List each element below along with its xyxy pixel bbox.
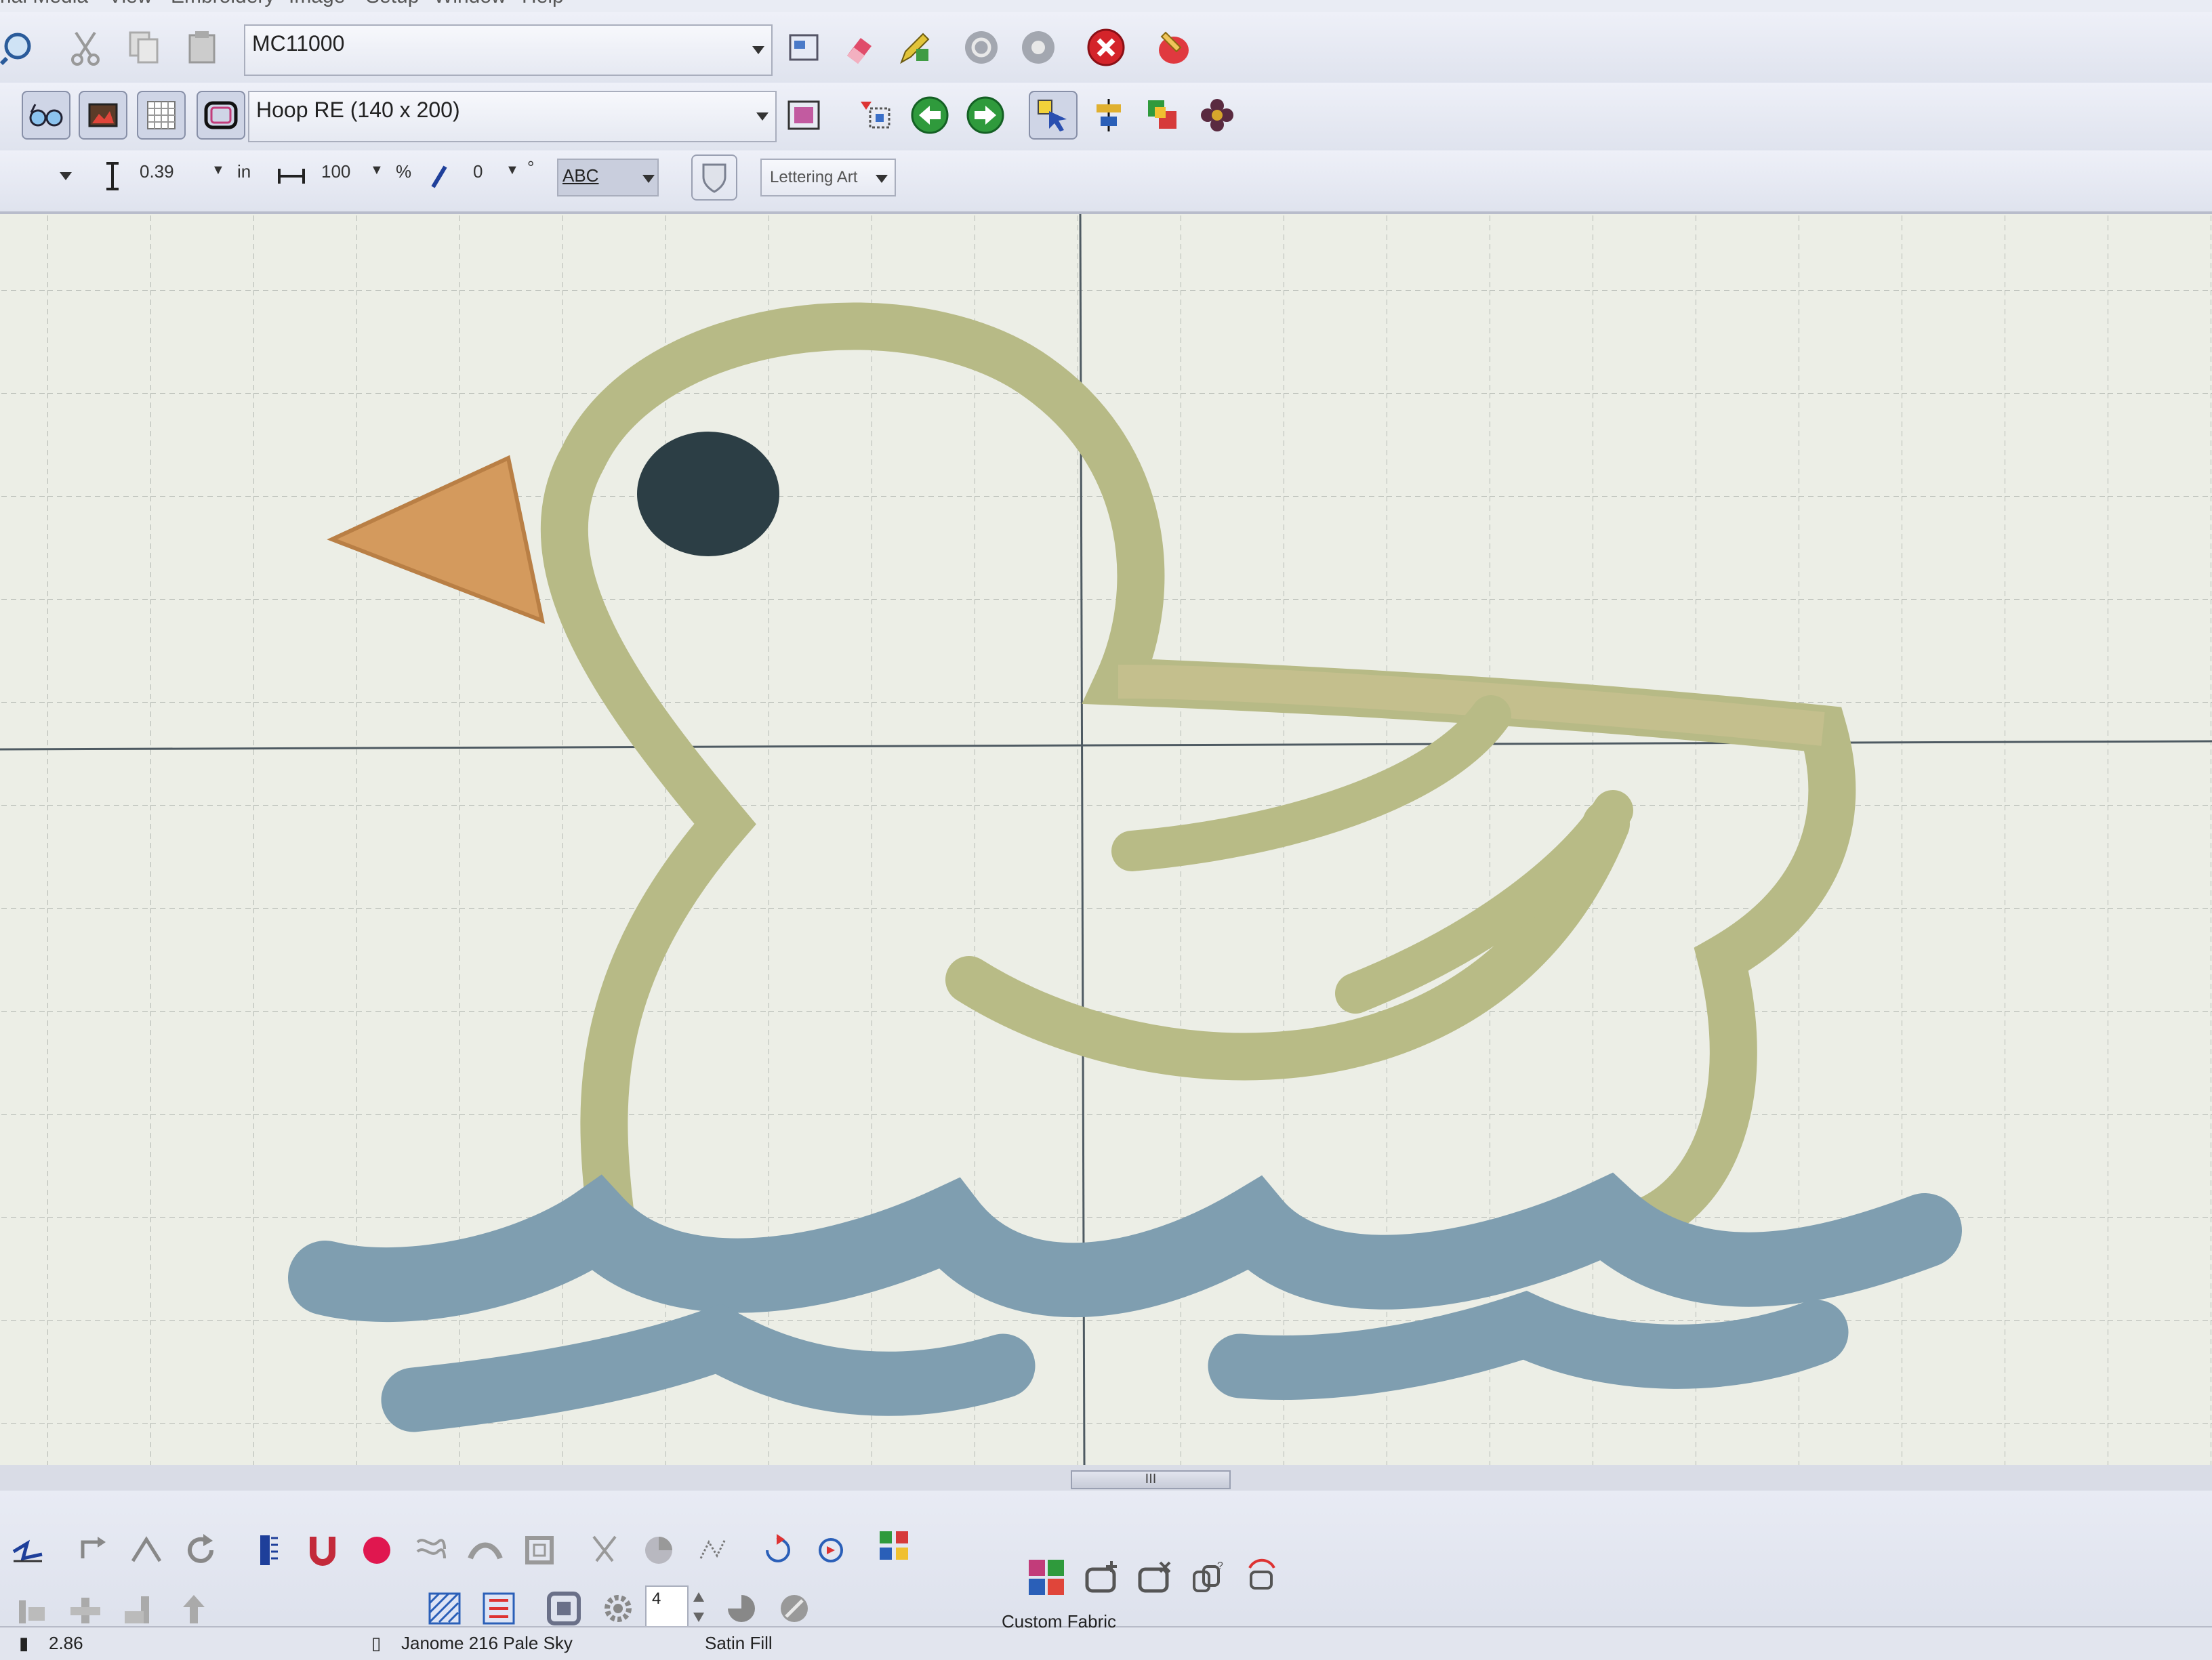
chevron-down-icon[interactable]: ▼ <box>211 163 225 178</box>
magic-wand-icon[interactable] <box>1149 23 1198 72</box>
flower-icon[interactable] <box>1193 91 1242 140</box>
hoop-help-icon[interactable]: ? <box>1185 1553 1233 1602</box>
add-hoop-icon[interactable] <box>1078 1553 1126 1602</box>
menu-window[interactable]: Window <box>434 0 506 8</box>
design-canvas[interactable] <box>0 214 2212 1465</box>
design-name-combo[interactable]: MC11000 <box>244 24 773 76</box>
group-objects-icon[interactable] <box>1139 91 1187 140</box>
design-name-value: MC11000 <box>252 31 345 56</box>
spin-input[interactable]: 4 <box>645 1585 689 1629</box>
slant-icon <box>424 156 454 196</box>
hoop-combo[interactable]: Hoop RE (140 x 200) <box>248 91 777 142</box>
chevron-down-icon <box>756 112 769 121</box>
copy-icon[interactable] <box>119 23 168 72</box>
arrow-right-icon[interactable] <box>961 91 1010 140</box>
thread-spool-icon: ▯ <box>371 1633 382 1653</box>
mirror-tool-icon[interactable] <box>122 1526 171 1575</box>
text-height-icon <box>96 156 129 196</box>
text-width-unit: % <box>396 161 412 182</box>
hoop-settings-icon[interactable] <box>779 91 828 140</box>
fabric-status: Custom Fabric <box>1002 1611 1117 1632</box>
rotate-cw-icon[interactable] <box>806 1526 855 1575</box>
design-settings-icon[interactable] <box>779 23 828 72</box>
stitch-sequence-icon[interactable] <box>4 1526 53 1575</box>
slant-unit: ° <box>527 157 535 178</box>
cut-stitch-icon[interactable] <box>580 1526 629 1575</box>
duck-eye <box>637 432 779 556</box>
remove-hoop-icon[interactable] <box>1130 1553 1179 1602</box>
chevron-down-icon <box>876 175 888 183</box>
font-combo[interactable] <box>0 157 79 198</box>
text-width-icon <box>274 156 309 196</box>
zoom-status: 2.86 <box>49 1633 83 1653</box>
font-preview-text: ABC <box>562 165 599 186</box>
glasses-icon[interactable] <box>22 91 70 140</box>
pattern-fill-icon[interactable] <box>407 1526 455 1575</box>
zoom-status-icon: ▮ <box>19 1633 29 1653</box>
embroidery-design <box>0 214 2212 1465</box>
spin-arrows-icon[interactable] <box>689 1585 709 1629</box>
menu-embroidery[interactable]: Embroidery <box>171 0 274 8</box>
show-picture-icon[interactable] <box>79 91 127 140</box>
cancel-red-icon[interactable] <box>1082 23 1130 72</box>
stitch-points-icon[interactable] <box>689 1526 737 1575</box>
column-stitch-icon[interactable] <box>244 1526 293 1575</box>
align-objects-icon[interactable] <box>1084 91 1133 140</box>
shield-icon[interactable] <box>691 154 737 201</box>
fabric-grid-icon[interactable] <box>1022 1553 1071 1602</box>
menu-help[interactable]: Help <box>522 0 564 8</box>
paste-icon[interactable] <box>178 23 226 72</box>
refresh-icon[interactable] <box>176 1526 225 1575</box>
font-preview-combo[interactable]: ABC <box>557 159 659 196</box>
rotate-ccw-icon[interactable] <box>752 1526 801 1575</box>
view-toolbar: Hoop RE (140 x 200) <box>0 83 2212 150</box>
hoop-icon[interactable] <box>197 91 245 140</box>
color-sort-icon[interactable] <box>870 1522 919 1571</box>
stitch-type-status: Satin Fill <box>705 1633 773 1653</box>
menu-image[interactable]: Image <box>289 0 345 8</box>
fill-circle-icon[interactable] <box>352 1526 401 1575</box>
menu-setup[interactable]: Setup <box>366 0 419 8</box>
lettering-toolbar: 0.39 ▼ in 100 ▼ % 0 ▼ ° ABC Lettering Ar… <box>0 150 2212 214</box>
lettering-art-combo[interactable]: Lettering Art <box>760 159 896 196</box>
contour-fill-icon[interactable] <box>461 1526 510 1575</box>
svg-text:?: ? <box>1217 1560 1223 1572</box>
menu-bar: rial Media View Embroidery Image Setup W… <box>0 0 2212 12</box>
menu-file-media[interactable]: rial Media <box>0 0 88 8</box>
spin-value: 4 <box>652 1590 661 1608</box>
rotate-tool-icon[interactable] <box>68 1526 117 1575</box>
grid-icon[interactable] <box>137 91 186 140</box>
stop-disabled-icon[interactable] <box>957 23 1006 72</box>
slant-value[interactable]: 0 <box>473 161 483 182</box>
border-icon[interactable] <box>515 1526 564 1575</box>
hoop-value: Hoop RE (140 x 200) <box>256 98 460 122</box>
arrow-left-icon[interactable] <box>905 91 954 140</box>
chevron-down-icon[interactable]: ▼ <box>506 163 519 178</box>
main-toolbar: MC11000 <box>0 12 2212 83</box>
pencil-edit-icon[interactable] <box>890 23 939 72</box>
thread-status: Janome 216 Pale Sky <box>401 1633 573 1653</box>
chevron-down-icon <box>752 46 764 54</box>
move-to-hoop-icon[interactable] <box>851 91 900 140</box>
play-disabled-icon[interactable] <box>1014 23 1063 72</box>
horizontal-scrollbar[interactable]: III <box>1071 1470 1231 1489</box>
chevron-down-icon <box>642 175 655 183</box>
chevron-down-icon <box>60 172 72 180</box>
satin-u-icon[interactable] <box>298 1526 347 1575</box>
chevron-down-icon[interactable]: ▼ <box>370 163 384 178</box>
lettering-art-label: Lettering Art <box>770 168 858 186</box>
zoom-icon[interactable] <box>0 23 42 72</box>
text-height-value[interactable]: 0.39 <box>140 161 174 182</box>
text-height-unit: in <box>237 161 251 182</box>
hoop-rotate-icon[interactable] <box>1237 1553 1286 1602</box>
select-object-icon[interactable] <box>1029 91 1078 140</box>
text-width-value[interactable]: 100 <box>321 161 350 182</box>
eraser-icon[interactable] <box>835 23 884 72</box>
color-wheel-icon[interactable] <box>634 1526 683 1575</box>
cut-icon[interactable] <box>61 23 110 72</box>
menu-view[interactable]: View <box>108 0 152 8</box>
